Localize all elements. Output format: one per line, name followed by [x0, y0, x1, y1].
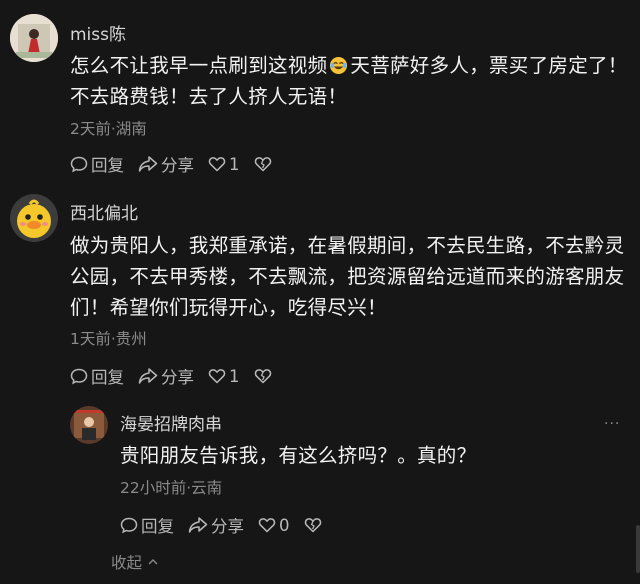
share-icon — [138, 368, 158, 384]
broken-heart-icon — [254, 369, 271, 384]
share-label: 分享 — [161, 368, 194, 387]
reply-icon — [120, 517, 138, 534]
collapse-label: 收起 — [111, 554, 143, 572]
reply-text: 贵阳朋友告诉我，有这么挤吗？。真的？ — [120, 444, 477, 467]
share-icon — [138, 156, 158, 172]
like-count: 1 — [229, 154, 240, 174]
reply-button[interactable]: 回复 — [120, 513, 174, 537]
share-button[interactable]: 分享 — [138, 364, 194, 388]
username[interactable]: 西北偏北 — [70, 199, 138, 224]
reply-label: 回复 — [141, 517, 174, 536]
dislike-button[interactable] — [254, 368, 275, 384]
reply-label: 回复 — [91, 156, 124, 175]
heart-icon — [208, 157, 226, 172]
username[interactable]: 海晏招牌肉串 — [120, 410, 222, 435]
comment-text: 怎么不让我早一点刷到这视频 天菩萨好多人，票买了房定了！不去路费钱！去了人挤人无语… — [70, 54, 628, 108]
avatar[interactable] — [70, 406, 108, 444]
laughing-crying-emoji-icon — [330, 56, 348, 75]
scrollbar[interactable] — [636, 525, 640, 573]
comment-meta: 1天前·贵州 — [70, 330, 147, 348]
share-icon — [188, 517, 208, 533]
more-options-button[interactable]: ··· — [604, 416, 620, 432]
reply-button[interactable]: 回复 — [70, 364, 124, 388]
collapse-replies-button[interactable]: 收起 — [111, 551, 159, 573]
like-button[interactable]: 1 — [208, 155, 240, 174]
reply-icon — [70, 368, 88, 385]
avatar-image — [70, 406, 108, 444]
share-label: 分享 — [161, 156, 194, 175]
dislike-button[interactable] — [304, 517, 325, 533]
comment-meta: 2天前·湖南 — [70, 120, 147, 138]
heart-icon — [208, 369, 226, 384]
dislike-button[interactable] — [254, 156, 275, 172]
chevron-up-icon — [148, 559, 158, 565]
reply-button[interactable]: 回复 — [70, 152, 124, 176]
like-count: 0 — [279, 515, 290, 535]
broken-heart-icon — [304, 518, 321, 533]
like-count: 1 — [229, 366, 240, 386]
share-button[interactable]: 分享 — [188, 513, 244, 537]
share-button[interactable]: 分享 — [138, 152, 194, 176]
avatar-image — [10, 194, 58, 242]
comment-actions: 回复 分享 1 — [70, 364, 289, 388]
like-button[interactable]: 1 — [208, 367, 240, 386]
reply-actions: 回复 分享 0 — [120, 513, 339, 537]
comment-text: 做为贵阳人，我郑重承诺，在暑假期间，不去民生路，不去黔灵公园，不去甲秀楼，不去飘… — [70, 234, 625, 319]
comment-actions: 回复 分享 1 — [70, 152, 289, 176]
avatar-image — [10, 14, 58, 62]
share-label: 分享 — [211, 517, 244, 536]
broken-heart-icon — [254, 157, 271, 172]
avatar[interactable] — [10, 194, 58, 242]
username[interactable]: miss陈 — [70, 20, 126, 45]
avatar[interactable] — [10, 14, 58, 62]
reply-icon — [70, 156, 88, 173]
heart-icon — [258, 518, 276, 533]
reply-label: 回复 — [91, 368, 124, 387]
like-button[interactable]: 0 — [258, 516, 290, 535]
reply-meta: 22小时前·云南 — [120, 479, 223, 497]
